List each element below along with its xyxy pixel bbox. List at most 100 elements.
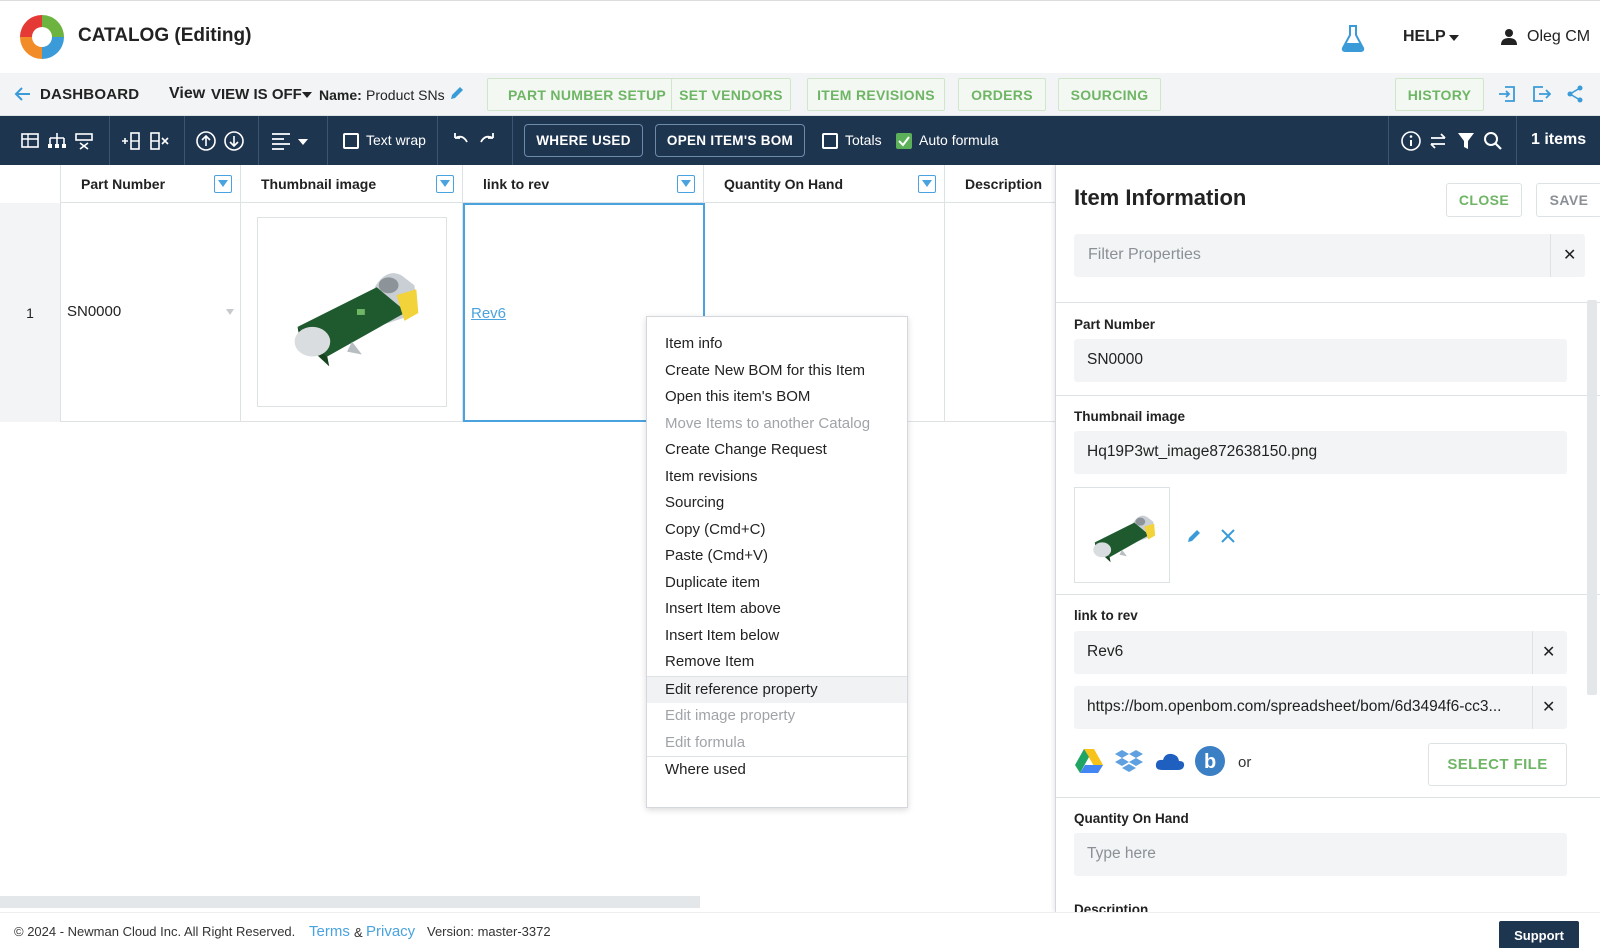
set-vendors-button[interactable]: SET VENDORS bbox=[671, 78, 791, 111]
swap-icon[interactable] bbox=[1427, 130, 1449, 152]
view-selector[interactable]: VIEW IS OFF bbox=[211, 86, 302, 103]
menu-item-copy[interactable]: Copy (Cmd+C) bbox=[647, 517, 907, 544]
pencil-icon[interactable] bbox=[1185, 527, 1203, 545]
column-header-quantity[interactable]: Quantity On Hand bbox=[704, 165, 945, 203]
quantity-field[interactable]: Type here bbox=[1074, 833, 1567, 876]
arrow-left-icon[interactable] bbox=[14, 85, 32, 103]
filter-properties-input[interactable]: Filter Properties ✕ bbox=[1074, 234, 1585, 277]
part-number-setup-button[interactable]: PART NUMBER SETUP bbox=[487, 78, 687, 111]
move-down-icon[interactable] bbox=[223, 130, 245, 152]
column-filter-icon[interactable] bbox=[436, 175, 454, 193]
menu-item-insert-below[interactable]: Insert Item below bbox=[647, 623, 907, 650]
link-to-rev-field[interactable]: Rev6 ✕ bbox=[1074, 631, 1567, 674]
pencil-icon[interactable] bbox=[448, 84, 466, 102]
remove-column-icon[interactable] bbox=[148, 130, 170, 152]
column-header-link-to-rev[interactable]: link to rev bbox=[463, 165, 704, 203]
close-button[interactable]: CLOSE bbox=[1446, 183, 1522, 217]
save-button[interactable]: SAVE bbox=[1536, 183, 1600, 217]
totals-checkbox[interactable] bbox=[822, 133, 838, 149]
clear-url-icon[interactable]: ✕ bbox=[1542, 697, 1555, 717]
user-icon[interactable] bbox=[1500, 28, 1518, 46]
chevron-down-icon[interactable] bbox=[1449, 35, 1459, 41]
history-button[interactable]: HISTORY bbox=[1395, 78, 1484, 111]
import-icon[interactable] bbox=[1497, 84, 1517, 104]
auto-formula-label: Auto formula bbox=[919, 132, 999, 148]
dashboard-link[interactable]: DASHBOARD bbox=[40, 86, 139, 103]
quantity-label: Quantity On Hand bbox=[1074, 811, 1189, 826]
add-column-icon[interactable] bbox=[120, 130, 142, 152]
flask-icon[interactable] bbox=[1338, 23, 1368, 53]
menu-item-insert-above[interactable]: Insert Item above bbox=[647, 596, 907, 623]
user-name[interactable]: Oleg CM bbox=[1527, 28, 1590, 46]
menu-item-open-bom[interactable]: Open this item's BOM bbox=[647, 384, 907, 411]
item-revisions-button[interactable]: ITEM REVISIONS bbox=[807, 78, 945, 111]
add-row-icon[interactable] bbox=[19, 130, 41, 152]
undo-icon[interactable] bbox=[449, 130, 471, 152]
clear-filter-icon[interactable]: ✕ bbox=[1563, 245, 1576, 265]
orders-button[interactable]: ORDERS bbox=[958, 78, 1046, 111]
close-icon[interactable] bbox=[1219, 527, 1237, 545]
export-icon[interactable] bbox=[1531, 84, 1551, 104]
clear-link-icon[interactable]: ✕ bbox=[1542, 642, 1555, 662]
column-header-thumbnail[interactable]: Thumbnail image bbox=[241, 165, 463, 203]
box-icon[interactable]: b bbox=[1194, 745, 1226, 777]
redo-icon[interactable] bbox=[477, 130, 499, 152]
dropdown-icon[interactable] bbox=[226, 309, 234, 315]
menu-item-revisions[interactable]: Item revisions bbox=[647, 464, 907, 491]
horizontal-scrollbar[interactable] bbox=[0, 896, 700, 908]
menu-item-remove[interactable]: Remove Item bbox=[647, 649, 907, 676]
top-header: CATALOG (Editing) HELP Oleg CM bbox=[0, 0, 1600, 73]
share-icon[interactable] bbox=[1565, 84, 1585, 104]
cell-part-number[interactable]: SN0000 bbox=[61, 203, 241, 422]
select-file-button[interactable]: SELECT FILE bbox=[1428, 743, 1567, 786]
text-wrap-checkbox[interactable] bbox=[343, 133, 359, 149]
menu-item-change-request[interactable]: Create Change Request bbox=[647, 437, 907, 464]
privacy-link[interactable]: Privacy bbox=[366, 923, 415, 940]
chevron-down-icon[interactable] bbox=[302, 92, 312, 98]
menu-item-edit-reference[interactable]: Edit reference property bbox=[647, 676, 907, 703]
auto-formula-checkbox[interactable] bbox=[896, 133, 912, 149]
chevron-down-icon[interactable] bbox=[298, 139, 308, 145]
column-header-description[interactable]: Description bbox=[945, 165, 1055, 203]
onedrive-icon[interactable] bbox=[1154, 750, 1186, 772]
thumbnail-preview[interactable] bbox=[1074, 487, 1170, 583]
column-filter-icon[interactable] bbox=[677, 175, 695, 193]
cell-thumbnail[interactable] bbox=[241, 203, 463, 422]
menu-item-paste[interactable]: Paste (Cmd+V) bbox=[647, 543, 907, 570]
terms-link[interactable]: Terms bbox=[309, 923, 350, 940]
search-icon[interactable] bbox=[1482, 130, 1504, 152]
thumbnail-image[interactable] bbox=[257, 217, 447, 407]
or-label: or bbox=[1238, 754, 1252, 771]
menu-item-sourcing[interactable]: Sourcing bbox=[647, 490, 907, 517]
info-icon[interactable] bbox=[1400, 130, 1422, 152]
cell-description[interactable] bbox=[945, 203, 1055, 422]
help-menu[interactable]: HELP bbox=[1403, 28, 1446, 46]
hierarchy-icon[interactable] bbox=[46, 130, 68, 152]
column-filter-icon[interactable] bbox=[214, 175, 232, 193]
menu-item-info[interactable]: Item info bbox=[647, 331, 907, 358]
menu-item-create-bom[interactable]: Create New BOM for this Item bbox=[647, 358, 907, 385]
align-left-icon[interactable] bbox=[270, 130, 292, 152]
row-number[interactable]: 1 bbox=[0, 203, 61, 422]
grid-toolbar: Text wrap WHERE USED OPEN ITEM'S BOM Tot… bbox=[0, 116, 1600, 165]
column-header-part-number[interactable]: Part Number bbox=[61, 165, 241, 203]
dropbox-icon[interactable] bbox=[1114, 748, 1144, 774]
rev-link[interactable]: Rev6 bbox=[471, 305, 506, 322]
part-number-field[interactable]: SN0000 bbox=[1074, 339, 1567, 382]
filter-icon[interactable] bbox=[1455, 130, 1477, 152]
thumbnail-field[interactable]: Hq19P3wt_image872638150.png bbox=[1074, 431, 1567, 474]
open-bom-button[interactable]: OPEN ITEM'S BOM bbox=[655, 124, 805, 157]
menu-item-edit-formula: Edit formula bbox=[665, 733, 746, 751]
link-url-field[interactable]: https://bom.openbom.com/spreadsheet/bom/… bbox=[1074, 686, 1567, 729]
remove-row-icon[interactable] bbox=[73, 130, 95, 152]
app-logo-icon[interactable] bbox=[18, 13, 66, 61]
menu-item-where-used[interactable]: Where used bbox=[647, 757, 907, 784]
column-filter-icon[interactable] bbox=[918, 175, 936, 193]
move-up-icon[interactable] bbox=[195, 130, 217, 152]
menu-item-duplicate[interactable]: Duplicate item bbox=[647, 570, 907, 597]
panel-scrollbar[interactable] bbox=[1587, 300, 1597, 695]
where-used-button[interactable]: WHERE USED bbox=[524, 124, 643, 157]
support-button[interactable]: Support bbox=[1499, 921, 1579, 948]
sourcing-button[interactable]: SOURCING bbox=[1058, 78, 1161, 111]
google-drive-icon[interactable] bbox=[1074, 748, 1104, 774]
